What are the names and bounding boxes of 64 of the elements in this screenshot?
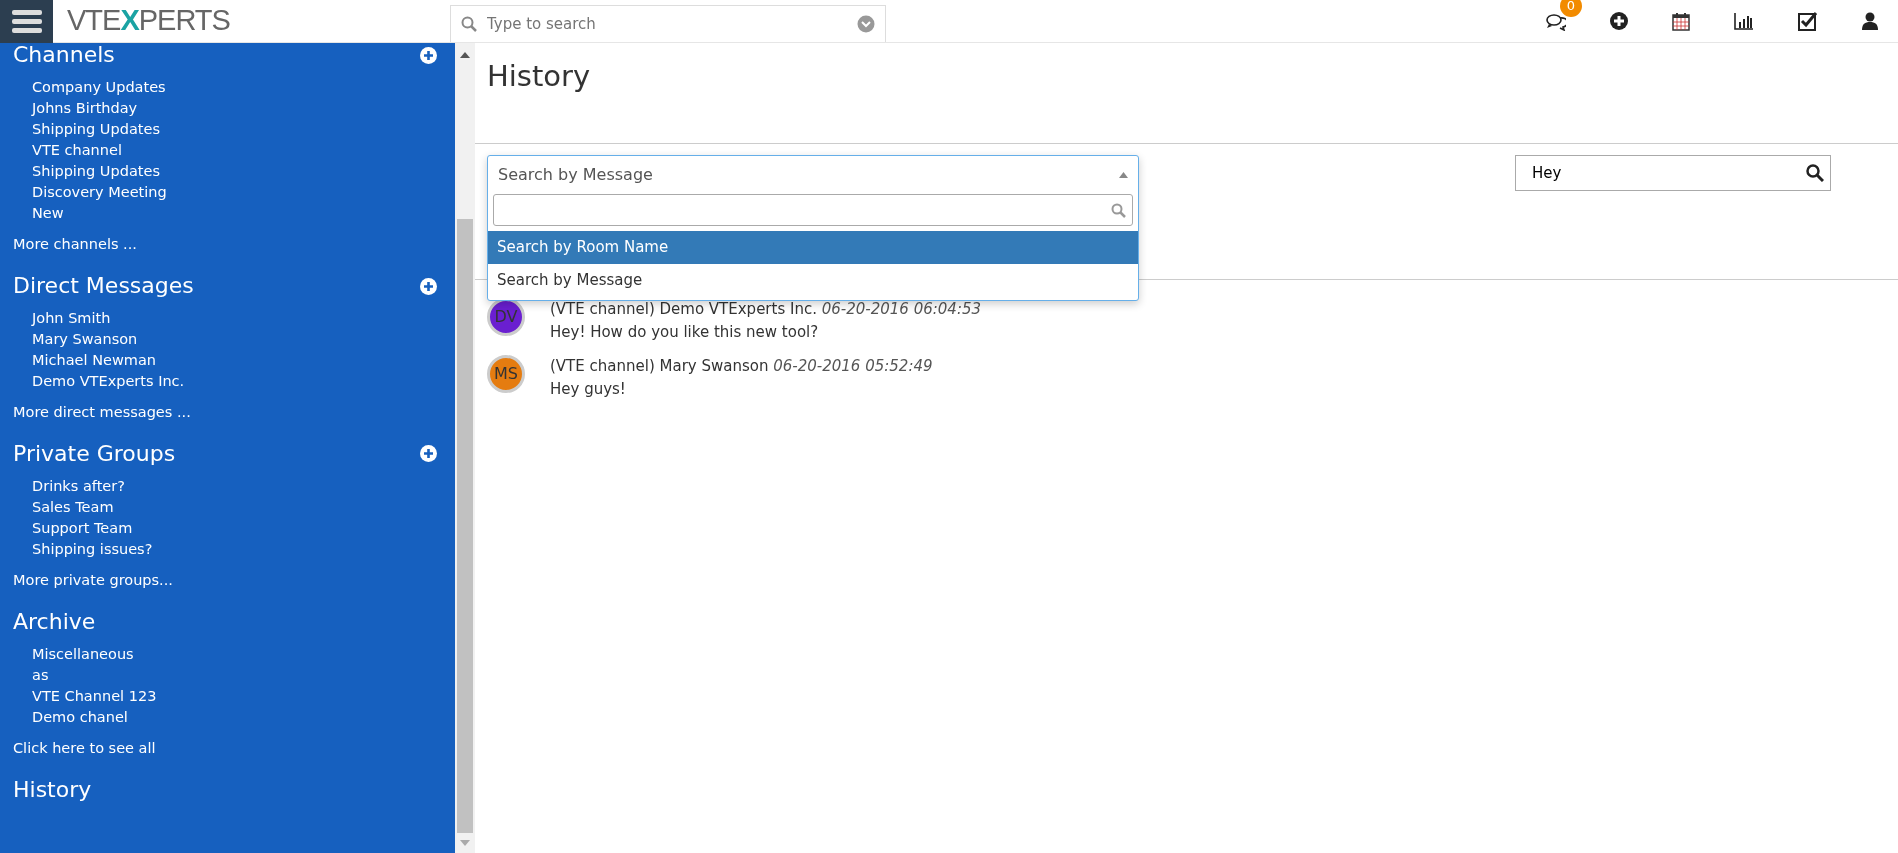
dropdown-option[interactable]: Search by Message: [488, 263, 1138, 296]
select-value: Search by Message: [498, 164, 653, 186]
dropdown-option[interactable]: Search by Room Name: [488, 231, 1138, 264]
sidebar-item[interactable]: Support Team: [13, 518, 445, 540]
sidebar-item[interactable]: Discovery Meeting: [13, 182, 445, 204]
sidebar-item[interactable]: as: [13, 665, 445, 686]
sidebar-item[interactable]: Demo VTExperts Inc.: [13, 371, 445, 393]
sidebar-item[interactable]: Sales Team: [13, 497, 445, 519]
checkbox-icon[interactable]: [1798, 11, 1818, 31]
dropdown-select[interactable]: Search by Message: [488, 156, 1138, 194]
user-icon[interactable]: [1862, 12, 1878, 30]
section-heading[interactable]: Direct Messages: [13, 273, 194, 299]
more-link[interactable]: More private groups...: [13, 570, 445, 592]
search-icon[interactable]: [1806, 164, 1824, 182]
message-search-field[interactable]: Hey: [1515, 155, 1831, 191]
sidebar-item[interactable]: Mary Swanson: [13, 329, 445, 351]
sidebar-item[interactable]: John Smith: [13, 308, 445, 330]
message-text: Hey! How do you like this new tool?: [550, 321, 820, 343]
sidebar-item[interactable]: VTE channel: [13, 140, 445, 162]
avatar: DV: [487, 298, 525, 336]
bar-chart-icon[interactable]: [1734, 12, 1754, 30]
sidebar-item[interactable]: Company Updates: [13, 77, 445, 99]
avatar: MS: [487, 355, 525, 393]
sidebar-item[interactable]: Michael Newman: [13, 350, 445, 372]
scrollbar-thumb[interactable]: [457, 219, 473, 833]
message-sender: (VTE channel) Mary Swanson: [550, 357, 769, 375]
logo: VTEXPERTS: [67, 3, 230, 39]
chat-icon[interactable]: [1546, 12, 1566, 31]
chevron-down-icon[interactable]: [856, 15, 875, 33]
calendar-icon[interactable]: [1672, 11, 1690, 31]
scroll-up-icon[interactable]: [460, 51, 470, 59]
add-icon[interactable]: [420, 445, 437, 463]
plus-icon[interactable]: [1610, 12, 1628, 30]
sidebar-item[interactable]: Shipping Updates: [13, 119, 445, 141]
add-icon[interactable]: [420, 277, 437, 295]
section-heading[interactable]: History: [13, 777, 92, 802]
sidebar-item[interactable]: Drinks after?: [13, 476, 445, 498]
more-link[interactable]: Click here to see all: [13, 738, 445, 760]
sidebar-item[interactable]: New: [13, 203, 445, 225]
section-heading[interactable]: Archive: [13, 609, 96, 634]
notification-badge: 0: [1560, 0, 1582, 17]
search-icon: [460, 16, 477, 32]
section-heading[interactable]: Channels: [13, 43, 115, 68]
menu-icon: [11, 9, 42, 33]
menu-button[interactable]: [0, 0, 53, 43]
message-time: 06-20-2016 06:04:53: [821, 300, 982, 318]
sidebar-item[interactable]: Johns Birthday: [13, 98, 445, 120]
dropdown-search-field[interactable]: [493, 194, 1133, 226]
sidebar-item[interactable]: VTE Channel 123: [13, 686, 445, 707]
sidebar-item[interactable]: Shipping issues?: [13, 539, 445, 561]
search-field[interactable]: Type to search: [449, 5, 886, 42]
message-time: 06-20-2016 05:52:49: [773, 357, 933, 375]
scrollbar[interactable]: [455, 43, 475, 853]
section-heading[interactable]: Private Groups: [13, 441, 176, 467]
message-sender: (VTE channel) Demo VTExperts Inc.: [550, 300, 817, 318]
sidebar-item[interactable]: Demo chanel: [13, 707, 445, 728]
sidebar-item[interactable]: Shipping Updates: [13, 161, 445, 183]
sidebar-item[interactable]: Miscellaneous: [13, 644, 445, 665]
add-icon[interactable]: [420, 46, 437, 64]
more-link[interactable]: More channels ...: [13, 234, 445, 256]
message-text: Hey guys!: [550, 378, 627, 400]
more-link[interactable]: More direct messages ...: [13, 402, 445, 424]
search-icon: [1111, 202, 1126, 218]
page-title: History: [486, 58, 592, 95]
